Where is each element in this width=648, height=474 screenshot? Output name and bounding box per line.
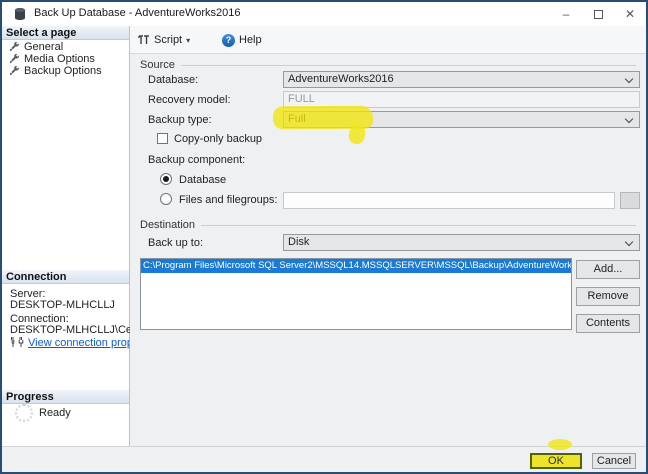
add-button[interactable]: Add... bbox=[576, 260, 640, 279]
group-divider bbox=[201, 224, 636, 226]
server-value: DESKTOP-MLHCLLJ bbox=[10, 299, 115, 311]
connection-value: DESKTOP-MLHCLLJ\Celal bbox=[10, 324, 144, 336]
toolbar: Script ▾ ? Help bbox=[130, 26, 646, 54]
database-combo[interactable]: AdventureWorks2016 bbox=[283, 71, 640, 88]
progress-status: Ready bbox=[39, 407, 71, 419]
chevron-down-icon bbox=[624, 114, 634, 124]
remove-button[interactable]: Remove bbox=[576, 287, 640, 306]
script-button[interactable]: Script ▾ bbox=[138, 31, 190, 49]
recovery-model-value: FULL bbox=[288, 93, 315, 105]
files-filegroups-radio[interactable] bbox=[160, 193, 172, 205]
files-filegroups-label: Files and filegroups: bbox=[179, 194, 278, 206]
sidebar: Select a page General Media Options Back… bbox=[2, 26, 160, 446]
ok-button[interactable]: OK bbox=[530, 453, 582, 469]
sidebar-item-label: Backup Options bbox=[24, 65, 102, 77]
backup-destinations-list[interactable]: C:\Program Files\Microsoft SQL Server2\M… bbox=[140, 258, 572, 330]
database-icon bbox=[13, 7, 27, 21]
source-group-header: Source bbox=[140, 59, 636, 71]
maximize-button[interactable] bbox=[582, 2, 614, 26]
close-icon: ✕ bbox=[624, 7, 636, 21]
window-title: Back Up Database - AdventureWorks2016 bbox=[34, 7, 241, 19]
help-button[interactable]: ? Help bbox=[222, 31, 262, 49]
maximize-icon bbox=[593, 10, 603, 20]
sidebar-item-backup-options[interactable]: Backup Options bbox=[10, 65, 102, 77]
sidebar-item-general[interactable]: General bbox=[10, 41, 63, 53]
contents-button[interactable]: Contents bbox=[576, 314, 640, 333]
recovery-model-label: Recovery model: bbox=[148, 94, 231, 106]
sidebar-item-label: Media Options bbox=[24, 53, 95, 65]
close-button[interactable]: ✕ bbox=[614, 2, 646, 26]
minimize-icon: – bbox=[562, 7, 570, 21]
progress-header: Progress bbox=[2, 390, 129, 404]
browse-button[interactable] bbox=[620, 192, 640, 209]
recovery-model-field: FULL bbox=[283, 91, 640, 108]
help-icon: ? bbox=[222, 33, 235, 47]
select-a-page-header: Select a page bbox=[2, 26, 129, 40]
wrench-icon bbox=[10, 42, 19, 51]
back-up-to-combo-value: Disk bbox=[288, 236, 310, 248]
minimize-button[interactable]: – bbox=[550, 2, 582, 26]
cancel-button[interactable]: Cancel bbox=[592, 453, 636, 469]
database-combo-value: AdventureWorks2016 bbox=[288, 73, 394, 85]
backup-type-combo[interactable]: Full bbox=[283, 111, 640, 128]
main-panel: Script ▾ ? Help Source Database: Adventu… bbox=[130, 26, 646, 446]
copy-only-backup-label: Copy-only backup bbox=[174, 133, 263, 145]
files-filegroups-field[interactable] bbox=[283, 192, 615, 209]
chevron-down-icon bbox=[624, 74, 634, 84]
copy-only-backup-checkbox[interactable] bbox=[157, 133, 168, 144]
database-radio-label: Database bbox=[179, 174, 227, 186]
destination-group-label: Destination bbox=[140, 219, 196, 231]
source-group-label: Source bbox=[140, 59, 175, 71]
chevron-down-icon bbox=[624, 237, 634, 247]
script-label: Script bbox=[154, 34, 183, 46]
group-divider bbox=[180, 64, 636, 66]
backup-path-item-selected[interactable]: C:\Program Files\Microsoft SQL Server2\M… bbox=[141, 259, 571, 273]
database-label: Database: bbox=[148, 74, 199, 86]
footer-bar: OK Cancel bbox=[2, 446, 646, 472]
backup-type-label: Backup type: bbox=[148, 114, 212, 126]
connection-properties-icon bbox=[10, 336, 24, 348]
database-radio[interactable] bbox=[160, 173, 172, 185]
title-bar: Back Up Database - AdventureWorks2016 – … bbox=[2, 2, 646, 26]
back-up-to-combo[interactable]: Disk bbox=[283, 234, 640, 251]
connection-header: Connection bbox=[2, 270, 129, 284]
script-dropdown-icon[interactable]: ▾ bbox=[186, 36, 190, 45]
backup-type-combo-value: Full bbox=[288, 113, 306, 125]
wrench-icon bbox=[10, 66, 19, 75]
script-icon bbox=[138, 35, 149, 44]
back-up-to-label: Back up to: bbox=[148, 237, 204, 249]
progress-spinner-icon bbox=[15, 404, 33, 422]
backup-database-dialog: Back Up Database - AdventureWorks2016 – … bbox=[0, 0, 648, 474]
sidebar-item-media-options[interactable]: Media Options bbox=[10, 53, 95, 65]
destination-group-header: Destination bbox=[140, 219, 636, 231]
wrench-icon bbox=[10, 54, 19, 63]
backup-component-label: Backup component: bbox=[148, 154, 246, 166]
sidebar-item-label: General bbox=[24, 41, 64, 53]
help-label: Help bbox=[239, 34, 262, 46]
